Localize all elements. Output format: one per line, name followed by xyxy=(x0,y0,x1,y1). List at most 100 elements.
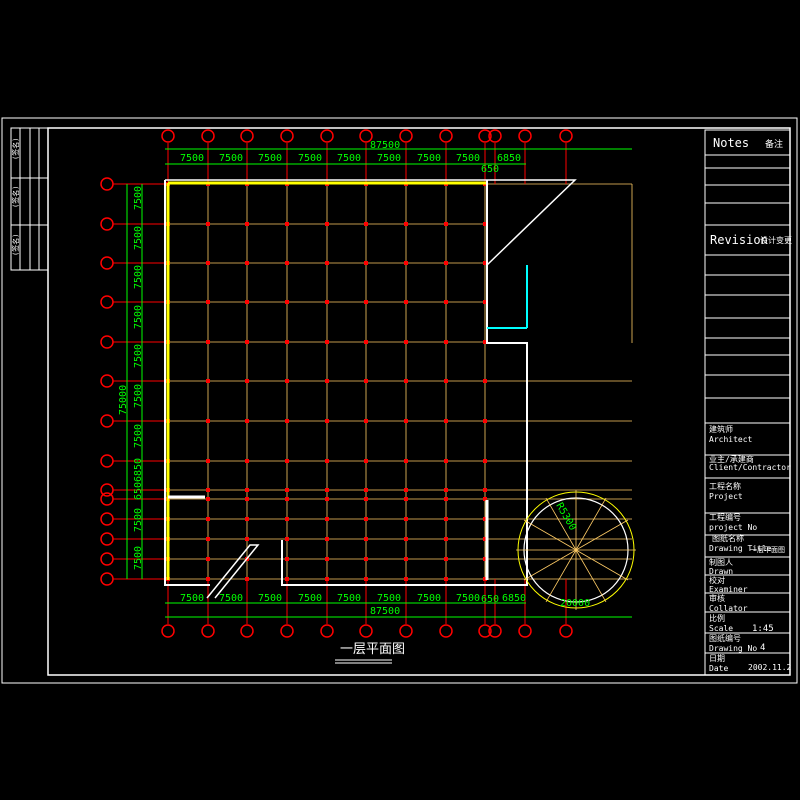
column xyxy=(364,577,368,581)
column xyxy=(285,459,289,463)
column xyxy=(245,577,249,581)
dim-left-span: 7500 xyxy=(133,424,144,448)
column xyxy=(325,459,329,463)
column xyxy=(444,557,448,561)
grid-bubble xyxy=(559,624,573,638)
column xyxy=(444,537,448,541)
column xyxy=(364,517,368,521)
project-no-cn: 工程编号 xyxy=(709,512,741,522)
ramp xyxy=(206,544,260,599)
notes-label: Notes xyxy=(713,136,749,150)
dim-left-span: 7500 xyxy=(133,226,144,250)
column xyxy=(325,488,329,492)
side-strip-label-1: (签名) xyxy=(11,138,20,160)
column xyxy=(404,537,408,541)
dim-bottom-span: 7500 xyxy=(456,593,480,604)
grid-bubble xyxy=(240,624,254,638)
column xyxy=(404,488,408,492)
side-strip-label-3: (签名) xyxy=(11,234,20,256)
grid-bubble xyxy=(100,492,114,506)
grid-bubble xyxy=(439,129,453,143)
column xyxy=(404,577,408,581)
column xyxy=(206,379,210,383)
dim-left-total: 75000 xyxy=(118,385,129,415)
grid-bubble xyxy=(280,129,294,143)
column xyxy=(444,577,448,581)
grid-bubble xyxy=(201,624,215,638)
column xyxy=(206,577,210,581)
drawing-title: 一层平面图 xyxy=(340,642,405,657)
column xyxy=(444,222,448,226)
column xyxy=(285,537,289,541)
architect-label: Architect xyxy=(709,435,753,444)
dim-top-span: 7500 xyxy=(219,153,243,164)
grid-bubble xyxy=(240,129,254,143)
column xyxy=(325,419,329,423)
column xyxy=(364,557,368,561)
column xyxy=(364,537,368,541)
grid-bubble xyxy=(100,414,114,428)
column xyxy=(206,488,210,492)
column xyxy=(404,300,408,304)
dim-top-span: 7500 xyxy=(258,153,282,164)
grid-bubble xyxy=(100,217,114,231)
column xyxy=(206,557,210,561)
column xyxy=(206,537,210,541)
column xyxy=(444,379,448,383)
column xyxy=(285,419,289,423)
column xyxy=(245,379,249,383)
column xyxy=(245,517,249,521)
grid-bubble xyxy=(280,624,294,638)
dim-left-small: 650 xyxy=(133,482,144,500)
column xyxy=(444,261,448,265)
column xyxy=(285,577,289,581)
grid-bubble xyxy=(399,129,413,143)
column xyxy=(245,340,249,344)
column xyxy=(245,300,249,304)
dim-top-span: 7500 xyxy=(337,153,361,164)
grid-bubble xyxy=(100,256,114,270)
column xyxy=(325,557,329,561)
dim-top-span: 6850 xyxy=(497,153,521,164)
column xyxy=(483,459,487,463)
grid-bubble xyxy=(559,129,573,143)
drawn-label: Drawn xyxy=(709,567,733,576)
column xyxy=(325,497,329,501)
grid-bubble xyxy=(201,129,215,143)
dim-circle-diameter: 20000 xyxy=(560,598,590,609)
column xyxy=(206,261,210,265)
column xyxy=(285,497,289,501)
dim-bottom-span: 7500 xyxy=(258,593,282,604)
column xyxy=(364,419,368,423)
dim-bottom-total: 87500 xyxy=(370,606,400,617)
column xyxy=(285,340,289,344)
column xyxy=(285,517,289,521)
column xyxy=(364,261,368,265)
grid-bubble xyxy=(320,624,334,638)
column xyxy=(285,488,289,492)
title-block-text: Notes 备注 Revision 设计变更 建筑师 Architect 业主/… xyxy=(709,136,792,673)
column xyxy=(285,222,289,226)
column xyxy=(404,497,408,501)
dim-left-span: 7500 xyxy=(133,305,144,329)
column xyxy=(325,577,329,581)
column xyxy=(404,419,408,423)
grid-bubble xyxy=(100,454,114,468)
drawing-no-cn: 图纸编号 xyxy=(709,633,741,643)
column xyxy=(404,379,408,383)
column xyxy=(325,537,329,541)
column xyxy=(245,488,249,492)
drawing-title-value: 一层平面图 xyxy=(750,546,785,554)
grid-bubble xyxy=(100,532,114,546)
column xyxy=(245,222,249,226)
revision-cn-label: 设计变更 xyxy=(760,235,792,245)
dim-top-span: 7500 xyxy=(417,153,441,164)
column xyxy=(404,222,408,226)
project-cn: 工程名称 xyxy=(709,481,741,491)
column xyxy=(206,419,210,423)
dim-top-span: 7500 xyxy=(377,153,401,164)
grid-bubble xyxy=(161,129,175,143)
column xyxy=(404,261,408,265)
column xyxy=(483,488,487,492)
column xyxy=(364,379,368,383)
